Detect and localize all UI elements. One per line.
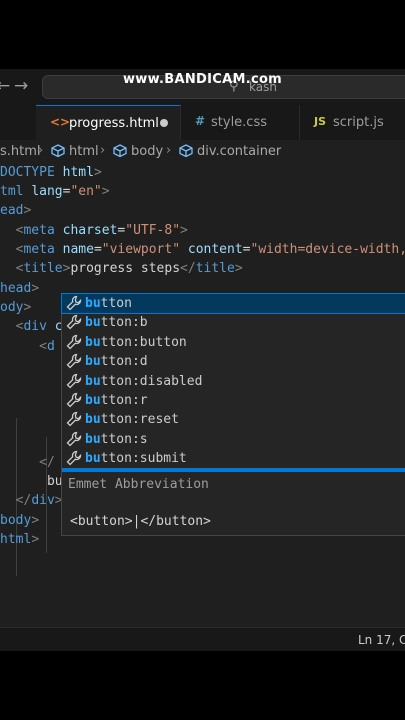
chevron-right-icon: › (100, 143, 106, 158)
suggestion-item[interactable]: button:disabled (62, 372, 405, 391)
code-line: <div c (15, 319, 63, 334)
suggestion-label: button:d (85, 354, 148, 370)
code-line: <meta name="viewport" content="width=dev… (15, 242, 405, 257)
code-line: body> (0, 513, 40, 528)
suggestion-widget: button button:b button:button button:d b… (61, 292, 405, 536)
wrench-icon (66, 451, 82, 466)
unsaved-dot-icon[interactable] (160, 119, 168, 127)
code-line: tml lang="en"> (0, 184, 110, 199)
suggestion-item[interactable]: button:s (62, 430, 405, 449)
suggestion-label: button:disabled (85, 373, 203, 389)
details-preview: <button>|</button> (70, 514, 211, 529)
suggestion-item[interactable]: button:d (62, 352, 405, 371)
wrench-icon (66, 315, 82, 330)
breadcrumb: s.html › html › body › div.container (0, 141, 405, 163)
breadcrumb-html[interactable]: html (69, 144, 99, 159)
code-line: </div> (15, 493, 63, 508)
suggestion-item[interactable]: button:button (62, 333, 405, 352)
code-line: head> (0, 281, 40, 296)
wrench-icon (66, 373, 82, 389)
wrench-icon (66, 392, 82, 408)
bandicam-watermark: www.BANDICAM.com (122, 72, 283, 87)
vscode-window: ← → ⚲ kash <> progress.html # style.css … (0, 69, 405, 651)
symbol-structure-icon (51, 144, 65, 157)
code-line: bu (46, 474, 63, 489)
css-file-icon: # (195, 114, 206, 128)
code-line: <d (39, 339, 55, 354)
symbol-structure-icon (113, 144, 127, 157)
suggestion-label: button:s (85, 431, 148, 447)
suggestion-label: button (85, 296, 132, 311)
suggestion-label: button:b (85, 315, 148, 331)
suggestion-label: button:submit (85, 451, 187, 467)
cursor-position[interactable]: Ln 17, Co (358, 633, 405, 647)
suggestion-label: button:button (85, 334, 187, 350)
tab-label: style.css (211, 115, 267, 130)
symbol-structure-icon (179, 144, 193, 157)
js-file-icon: JS (314, 115, 327, 128)
code-line: ead> (0, 203, 32, 218)
code-line: html> (0, 532, 40, 547)
suggestion-item[interactable]: button:r (62, 391, 405, 410)
suggestion-label: button:reset (85, 412, 179, 428)
code-line: DOCTYPE html> (0, 165, 102, 180)
code-line: </ (39, 455, 55, 470)
tab-label: script.js (333, 115, 384, 130)
chevron-right-icon: › (166, 143, 172, 158)
tab-script-js[interactable]: JS script.js (300, 105, 405, 140)
breadcrumb-div-container[interactable]: div.container (197, 144, 281, 159)
wrench-icon (66, 295, 82, 311)
details-divider (62, 468, 405, 472)
wrench-icon (66, 431, 82, 447)
suggestion-item[interactable]: button:b (62, 313, 405, 332)
breadcrumb-file[interactable]: s.html (0, 144, 41, 159)
tab-label: progress.html (69, 116, 159, 131)
chevron-right-icon: › (38, 143, 44, 158)
wrench-icon (66, 354, 82, 369)
code-line: <meta charset="UTF-8"> (15, 223, 188, 238)
wrench-icon (66, 412, 82, 427)
status-bar: Ln 17, Co (0, 627, 405, 651)
breadcrumb-body[interactable]: body (131, 144, 163, 159)
html-file-icon: <> (50, 115, 71, 129)
suggestion-item[interactable]: button:reset (62, 410, 405, 429)
details-title: Emmet Abbreviation (68, 477, 209, 492)
code-line: <title>progress steps</title> (15, 261, 243, 276)
tab-progress-html[interactable]: <> progress.html (36, 105, 181, 140)
suggestion-item[interactable]: button:submit (62, 449, 405, 468)
suggestion-item[interactable]: button (61, 292, 405, 315)
suggestion-label: button:r (85, 393, 148, 408)
code-line: ody> (0, 300, 32, 315)
wrench-icon (66, 334, 82, 350)
editor-tab-bar: <> progress.html # style.css JS script.j… (0, 105, 405, 140)
tab-style-css[interactable]: # style.css (181, 105, 300, 140)
